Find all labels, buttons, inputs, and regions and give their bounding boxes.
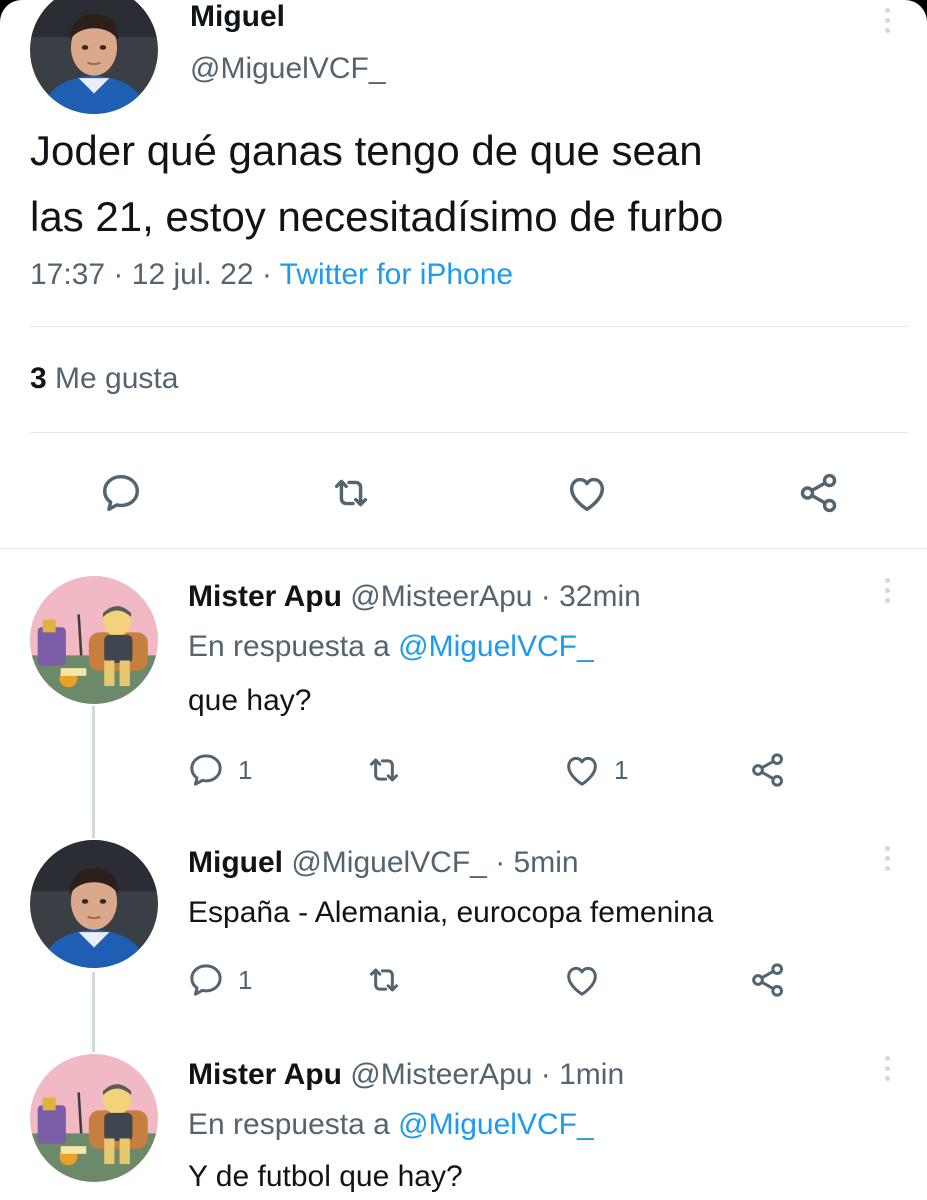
retweet-button[interactable] [328, 470, 374, 516]
reply-time[interactable]: 1min [559, 1058, 624, 1091]
reply-button[interactable]: 1 [186, 750, 252, 790]
share-icon [796, 470, 842, 516]
avatar-mister-apu[interactable] [30, 1054, 158, 1182]
retweet-button[interactable] [364, 960, 404, 1000]
reply-author-handle[interactable]: @MiguelVCF_ [291, 846, 487, 879]
retweet-icon [328, 470, 374, 516]
tweet-text-line-1: Joder qué ganas tengo de que sean [30, 127, 703, 174]
more-icon[interactable] [882, 846, 892, 871]
meta-separator: · [113, 258, 124, 291]
like-count: 1 [614, 754, 629, 785]
reply-text: Y de futbol que hay? [188, 1160, 463, 1193]
meta-separator: · [495, 846, 506, 879]
tweet-source-link[interactable]: Twitter for iPhone [280, 258, 513, 291]
tweet-time[interactable]: 17:37 [30, 258, 105, 291]
likes-summary[interactable]: 3 Me gusta [30, 362, 178, 396]
likes-count: 3 [30, 362, 47, 395]
divider [0, 548, 927, 549]
like-icon [562, 960, 602, 1000]
meta-separator: · [261, 258, 272, 291]
replying-to: En respuesta a @MiguelVCF_ [188, 630, 594, 664]
avatar-mister-apu[interactable] [30, 576, 158, 704]
reply-icon [186, 960, 226, 1000]
reply-button[interactable]: 1 [186, 960, 252, 1000]
more-icon[interactable] [882, 578, 892, 603]
share-button[interactable] [796, 470, 842, 516]
reply-time[interactable]: 32min [559, 580, 641, 613]
reply-author-handle[interactable]: @MisteerApu [350, 1058, 532, 1091]
share-icon [748, 960, 788, 1000]
like-icon [562, 750, 602, 790]
reply-text: España - Alemania, eurocopa femenina [188, 896, 714, 929]
divider [30, 432, 908, 433]
tweet-text: Joder qué ganas tengo de que sean las 21… [30, 118, 910, 250]
reply-icon [98, 470, 144, 516]
meta-separator: · [540, 580, 551, 613]
more-icon[interactable] [882, 1056, 892, 1081]
retweet-icon [364, 750, 404, 790]
like-button[interactable] [562, 960, 602, 1000]
replying-to: En respuesta a @MiguelVCF_ [188, 1108, 594, 1142]
reply-time[interactable]: 5min [514, 846, 579, 879]
replying-to-mention[interactable]: @MiguelVCF_ [398, 630, 594, 663]
reply-header: Mister Apu @MisteerApu · 32min [188, 580, 641, 614]
like-icon [564, 470, 610, 516]
reply-icon [186, 750, 226, 790]
reply-header: Miguel @MiguelVCF_ · 5min [188, 846, 579, 880]
reply-author-name[interactable]: Mister Apu [188, 580, 342, 613]
share-button[interactable] [748, 750, 788, 790]
tweet-meta: 17:37 · 12 jul. 22 · Twitter for iPhone [30, 258, 513, 292]
reply-author-handle[interactable]: @MisteerApu [350, 580, 532, 613]
author-name[interactable]: Miguel [190, 0, 285, 34]
thread-connector [92, 706, 95, 838]
like-button[interactable] [564, 470, 610, 516]
replying-to-mention[interactable]: @MiguelVCF_ [398, 1108, 594, 1141]
like-button[interactable]: 1 [562, 750, 628, 790]
replying-to-label: En respuesta a [188, 1108, 390, 1141]
meta-separator: · [540, 1058, 551, 1091]
likes-label: Me gusta [55, 362, 179, 395]
avatar-miguel[interactable] [30, 0, 158, 114]
share-button[interactable] [748, 960, 788, 1000]
retweet-button[interactable] [364, 750, 404, 790]
reply-count: 1 [238, 754, 253, 785]
tweet-date[interactable]: 12 jul. 22 [132, 258, 254, 291]
reply-author-name[interactable]: Mister Apu [188, 1058, 342, 1091]
reply-count: 1 [238, 964, 253, 995]
retweet-icon [364, 960, 404, 1000]
reply-header: Mister Apu @MisteerApu · 1min [188, 1058, 624, 1092]
tweet-text-line-2: las 21, estoy necesitadísimo de furbo [30, 193, 724, 240]
tweet-thread: Miguel @MiguelVCF_ Joder qué ganas tengo… [0, 0, 927, 1200]
avatar-miguel[interactable] [30, 840, 158, 968]
reply-button[interactable] [98, 470, 144, 516]
reply-author-name[interactable]: Miguel [188, 846, 283, 879]
replying-to-label: En respuesta a [188, 630, 390, 663]
more-icon[interactable] [882, 8, 892, 33]
reply-text: que hay? [188, 684, 312, 717]
share-icon [748, 750, 788, 790]
divider [30, 326, 908, 327]
author-handle[interactable]: @MiguelVCF_ [190, 52, 386, 86]
thread-connector [92, 972, 95, 1052]
